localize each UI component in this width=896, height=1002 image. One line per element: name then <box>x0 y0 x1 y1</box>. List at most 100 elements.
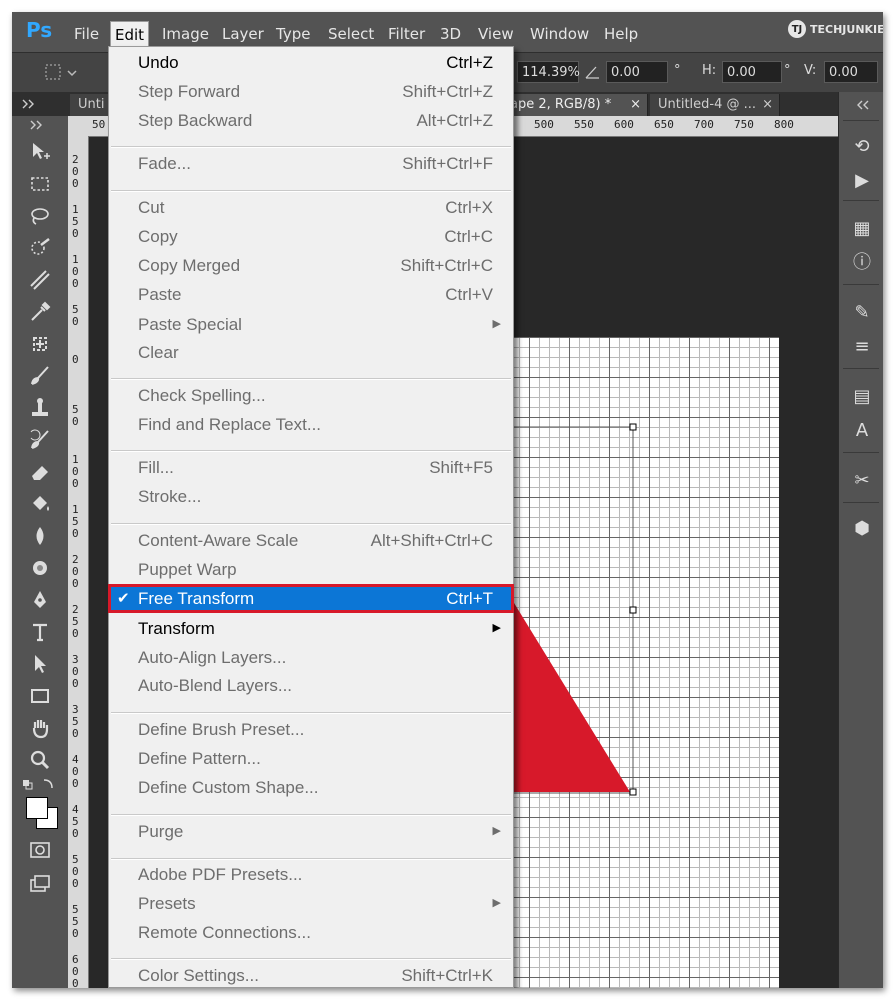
layer-comps-icon[interactable]: ▤ <box>851 386 873 408</box>
foreground-color-swatch[interactable] <box>26 797 48 819</box>
healing-brush-icon[interactable] <box>28 332 52 356</box>
pen-icon[interactable] <box>28 588 52 612</box>
menu-item-check-spelling[interactable]: Check Spelling... <box>109 382 513 409</box>
move-icon[interactable] <box>28 140 52 164</box>
menu-item-transform[interactable]: Transform ▶ <box>109 615 513 642</box>
collapse-panels-icon[interactable] <box>22 99 36 109</box>
menu-item-define-brush-preset[interactable]: Define Brush Preset... <box>109 716 513 743</box>
eyedropper-icon[interactable] <box>28 300 52 324</box>
menu-help[interactable]: Help <box>604 23 638 45</box>
brush-icon[interactable] <box>28 364 52 388</box>
eraser-icon[interactable] <box>28 460 52 484</box>
crop-icon[interactable] <box>28 268 52 292</box>
brushes-icon[interactable]: ✎ <box>851 302 873 324</box>
menu-3d[interactable]: 3D <box>440 23 461 45</box>
3d-icon[interactable]: ⬢ <box>851 518 873 540</box>
menu-item-purge[interactable]: Purge ▶ <box>109 818 513 845</box>
document-tab-active[interactable]: ape 2, RGB/8) * × <box>502 94 648 116</box>
blur-icon[interactable] <box>28 524 52 548</box>
h-skew-field[interactable]: 0.00 <box>722 61 782 83</box>
menu-item-free-transform[interactable]: ✔ Free Transform Ctrl+T <box>108 584 514 613</box>
menu-item-label: Transform <box>138 619 215 638</box>
menu-item-remote-connections[interactable]: Remote Connections... <box>109 919 513 946</box>
menu-item-puppet-warp[interactable]: Puppet Warp <box>109 556 513 583</box>
marquee-icon[interactable] <box>28 172 52 196</box>
rectangle-icon[interactable] <box>28 684 52 708</box>
menu-separator <box>111 858 511 860</box>
close-tab-icon[interactable]: × <box>762 94 773 116</box>
ruler-tick: 550 <box>574 118 594 131</box>
quick-select-icon[interactable] <box>28 236 52 260</box>
path-select-icon[interactable] <box>28 652 52 676</box>
menu-item-label: Define Custom Shape... <box>138 778 319 797</box>
reference-point-icon[interactable] <box>44 63 84 83</box>
menu-image[interactable]: Image <box>162 23 209 45</box>
menu-item-color-settings[interactable]: Color Settings... Shift+Ctrl+K <box>109 962 513 988</box>
type-icon[interactable] <box>28 620 52 644</box>
menu-item-clear[interactable]: Clear <box>109 339 513 366</box>
menu-item-find-and-replace-text[interactable]: Find and Replace Text... <box>109 411 513 438</box>
menu-item-fill[interactable]: Fill... Shift+F5 <box>109 454 513 481</box>
menu-layer[interactable]: Layer <box>222 23 264 45</box>
screen-mode-icon[interactable] <box>28 872 52 896</box>
menu-file[interactable]: File <box>74 23 99 45</box>
menu-item-content-aware-scale[interactable]: Content-Aware Scale Alt+Shift+Ctrl+C <box>109 527 513 554</box>
quick-mask-icon[interactable] <box>28 838 52 862</box>
menu-item-presets[interactable]: Presets ▶ <box>109 890 513 917</box>
ruler-tick: 5 0 <box>72 303 79 328</box>
collapse-tools-icon[interactable] <box>30 120 44 130</box>
photoshop-window: Ps File Edit Image Layer Type Select Fil… <box>12 12 883 988</box>
ruler-tick: 2 5 0 <box>72 603 79 640</box>
swap-colors-icon[interactable] <box>22 778 58 792</box>
menu-item-define-pattern[interactable]: Define Pattern... <box>109 745 513 772</box>
close-tab-icon[interactable]: × <box>630 94 641 116</box>
menu-item-undo[interactable]: Undo Ctrl+Z <box>109 49 513 76</box>
submenu-arrow-icon: ▶ <box>492 622 501 634</box>
menu-item-define-custom-shape[interactable]: Define Custom Shape... <box>109 774 513 801</box>
menu-type[interactable]: Type <box>276 23 310 45</box>
properties-icon[interactable]: ▦ <box>851 218 873 240</box>
submenu-arrow-icon: ▶ <box>492 825 501 837</box>
rotate-angle-field[interactable]: 0.00 <box>606 61 668 83</box>
zoom-scale-field[interactable]: 114.39% <box>517 61 580 83</box>
expand-panels-icon[interactable] <box>855 100 869 110</box>
menu-item-step-forward[interactable]: Step Forward Shift+Ctrl+Z <box>109 78 513 105</box>
v-skew-label: V: <box>804 63 817 78</box>
menu-window[interactable]: Window <box>530 23 589 45</box>
history-brush-icon[interactable] <box>28 428 52 452</box>
menu-select[interactable]: Select <box>328 23 374 45</box>
menu-item-paste[interactable]: Paste Ctrl+V <box>109 281 513 308</box>
menu-item-adobe-pdf-presets[interactable]: Adobe PDF Presets... <box>109 861 513 888</box>
menu-item-copy-merged[interactable]: Copy Merged Shift+Ctrl+C <box>109 252 513 279</box>
menu-separator <box>111 712 511 714</box>
menu-separator <box>111 958 511 960</box>
v-skew-field[interactable]: 0.00 <box>824 61 878 83</box>
menu-item-auto-blend-layers[interactable]: Auto-Blend Layers... <box>109 672 513 699</box>
tool-presets-icon[interactable]: ✂ <box>851 470 873 492</box>
menu-item-paste-special[interactable]: Paste Special ▶ <box>109 311 513 338</box>
menu-item-label: Copy <box>138 227 178 246</box>
menu-separator <box>111 146 511 148</box>
menu-filter[interactable]: Filter <box>388 23 425 45</box>
menu-item-step-backward[interactable]: Step Backward Alt+Ctrl+Z <box>109 107 513 134</box>
menu-item-stroke[interactable]: Stroke... <box>109 483 513 510</box>
character-icon[interactable]: A <box>851 420 873 442</box>
dodge-icon[interactable] <box>28 556 52 580</box>
history-icon[interactable]: ⟲ <box>851 136 873 158</box>
menu-item-cut[interactable]: Cut Ctrl+X <box>109 194 513 221</box>
menu-item-auto-align-layers[interactable]: Auto-Align Layers... <box>109 644 513 671</box>
adjustments-icon[interactable]: ≡ <box>851 336 873 358</box>
info-icon[interactable]: ⓘ <box>851 252 873 274</box>
clone-stamp-icon[interactable] <box>28 396 52 420</box>
menu-view[interactable]: View <box>478 23 514 45</box>
hand-icon[interactable] <box>28 716 52 740</box>
document-tab-1[interactable]: Unti <box>70 94 110 116</box>
paint-bucket-icon[interactable] <box>28 492 52 516</box>
lasso-icon[interactable] <box>28 204 52 228</box>
document-tab-3[interactable]: Untitled-4 @ ... × <box>650 94 780 116</box>
zoom-icon[interactable] <box>28 748 52 772</box>
actions-icon[interactable]: ▶ <box>851 170 873 192</box>
menu-edit[interactable]: Edit <box>110 21 150 48</box>
menu-item-fade[interactable]: Fade... Shift+Ctrl+F <box>109 150 513 177</box>
menu-item-copy[interactable]: Copy Ctrl+C <box>109 223 513 250</box>
